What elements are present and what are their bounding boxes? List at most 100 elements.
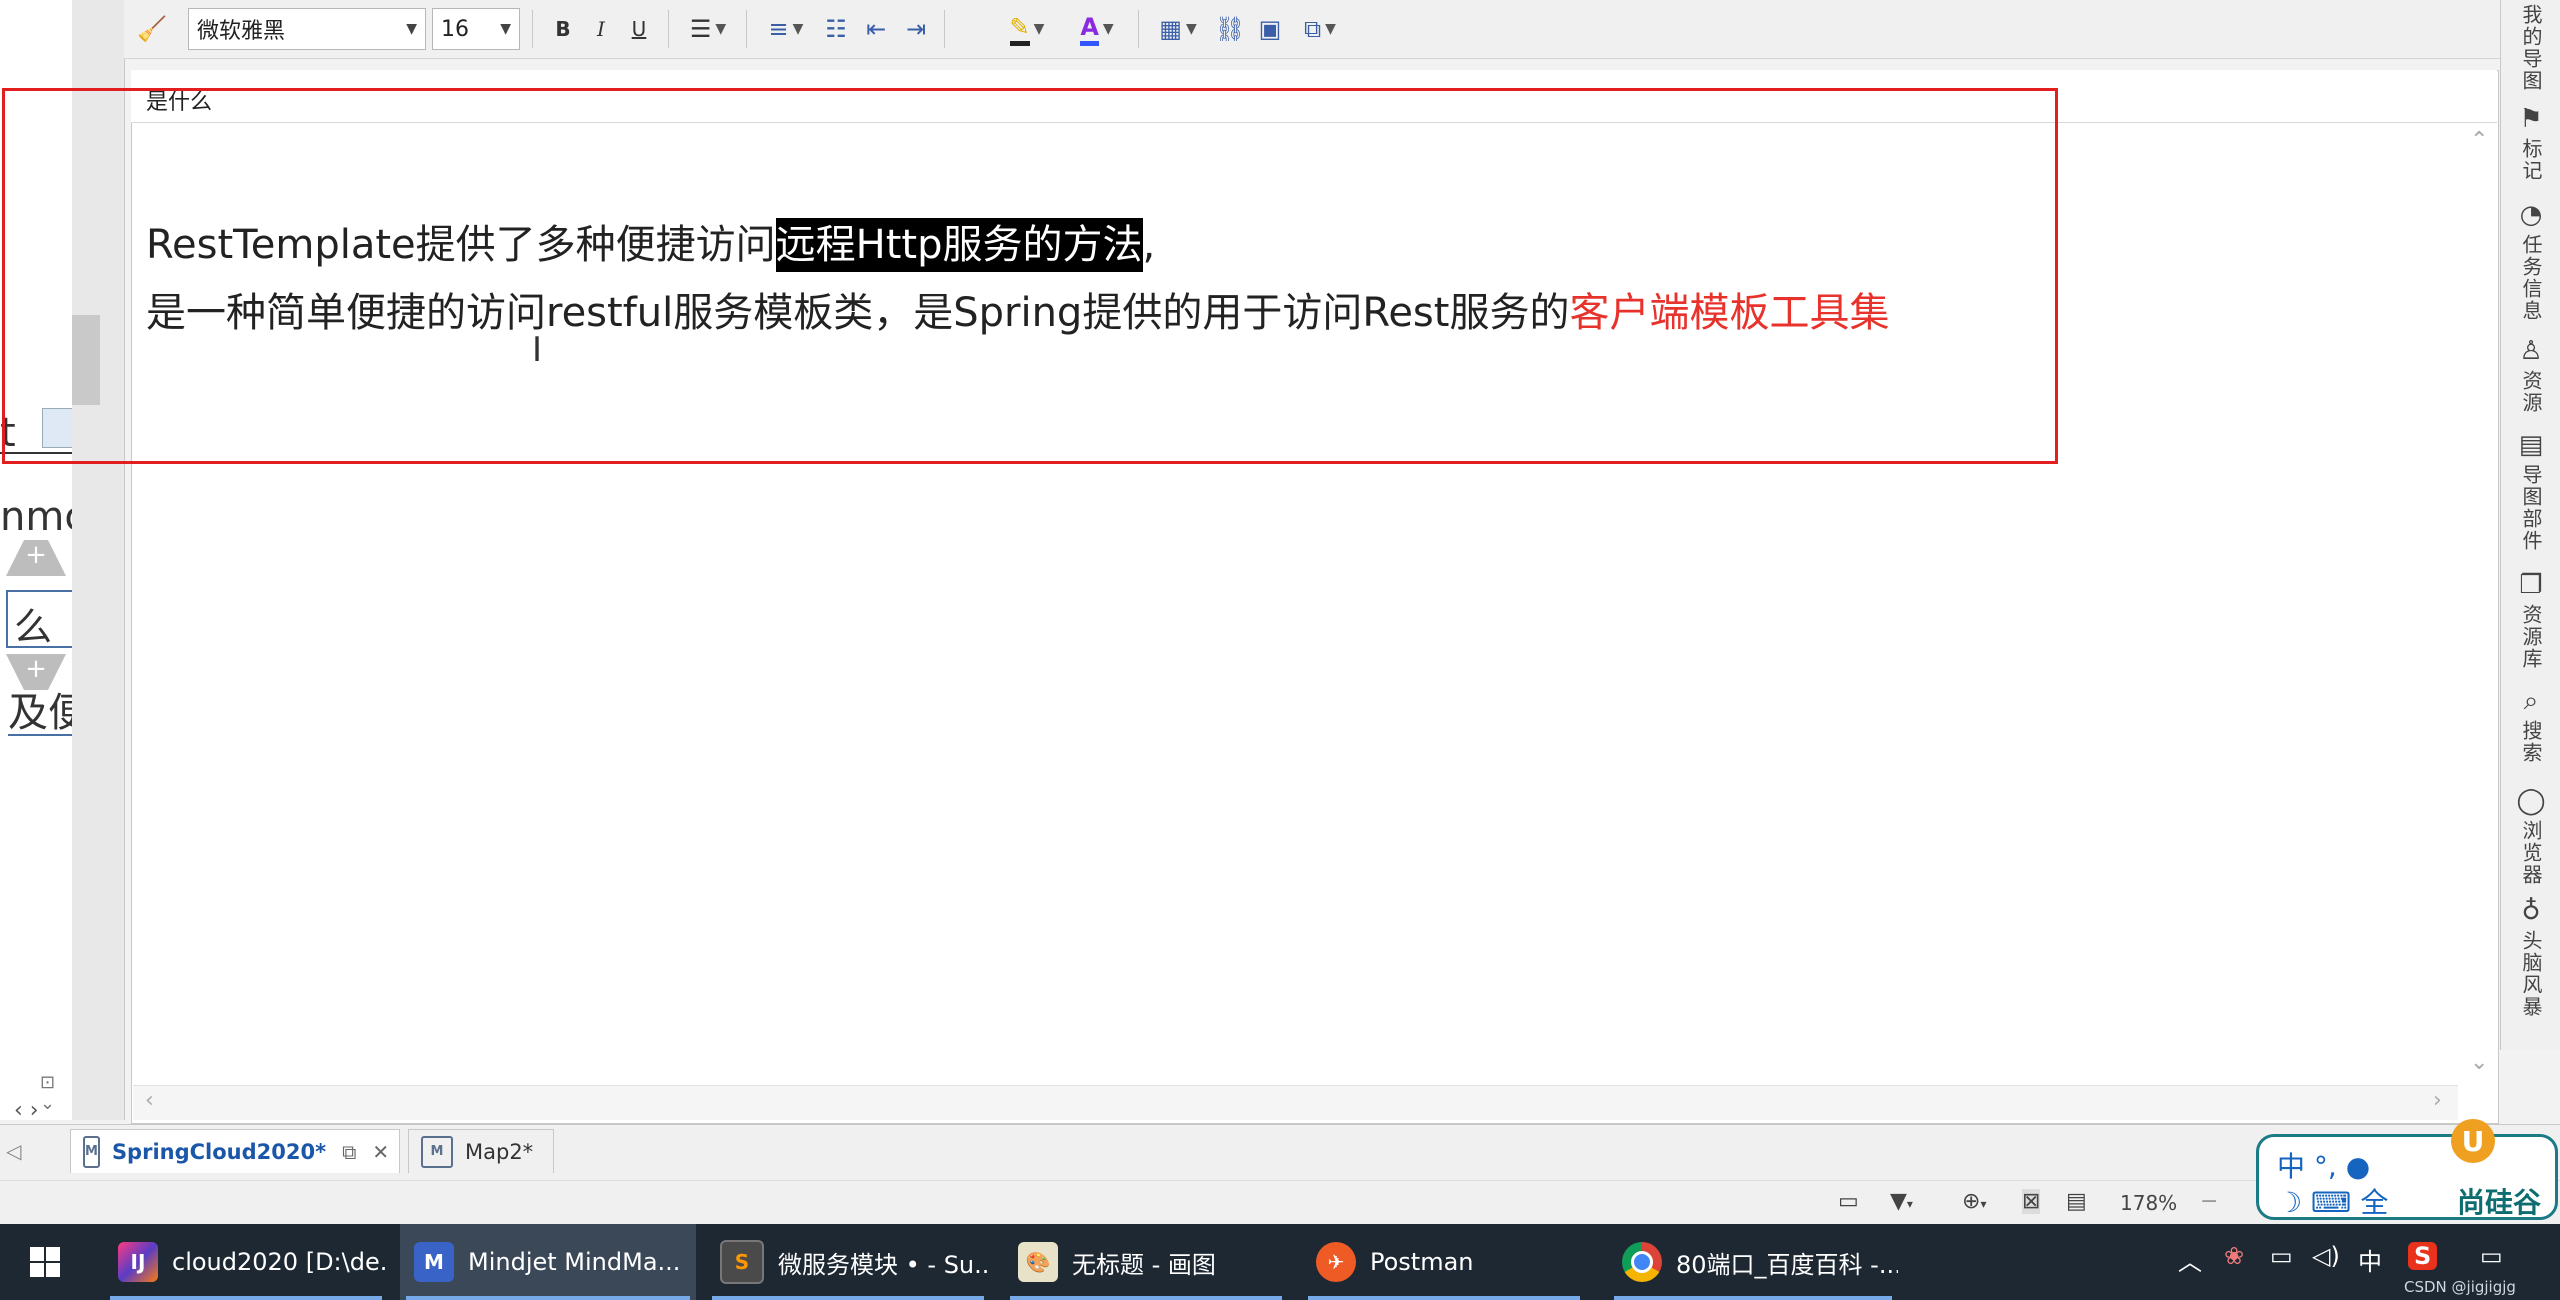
pane-label: 导图部件 [2519,464,2543,552]
map-canvas-fragment[interactable]: t nmc + 么 + 及便 ⊡ ⌄ ‹ › [0,0,73,1120]
zoom-out-icon[interactable]: − [2200,1189,2218,1214]
topic-title-bar [131,70,2497,123]
tab-springcloud2020[interactable]: M SpringCloud2020* ⧉ ✕ [70,1129,400,1173]
scroll-down-icon[interactable]: ⌄ [2470,1050,2488,1075]
bullet-list-button[interactable]: ☷ [818,12,854,46]
running-indicator [110,1296,382,1300]
document-tabs: ◁ M SpringCloud2020* ⧉ ✕ M Map2* [0,1124,2560,1181]
pane-label: 浏览器 [2519,820,2543,886]
align-button[interactable]: ☰ ▼ [680,12,736,46]
taskbar-chrome[interactable]: 80端口_百度百科 -... [1608,1224,1898,1300]
ime-options-row[interactable]: ☽ ⌨ 全 [2277,1181,2388,1221]
pane-markers[interactable]: ⚑ 标记 [2509,104,2553,182]
underline-button[interactable]: U [622,12,656,46]
start-button[interactable] [0,1224,90,1300]
taskbar-sublime[interactable]: S 微服务模块 • - Su... [706,1224,990,1300]
node-border [8,734,72,736]
pane-label: 资源库 [2519,604,2543,670]
topic-title: 是什么 [146,90,213,115]
float-tab-icon[interactable]: ⧉ [342,1140,356,1164]
notifications-icon[interactable]: ▭ [2480,1242,2503,1270]
pane-map-parts[interactable]: ▤ 导图部件 [2509,430,2553,552]
format-painter-icon[interactable]: 🧹 [132,12,172,46]
pane-label: 标记 [2519,138,2543,182]
taskbar-paint[interactable]: 🎨 无标题 - 画图 [1004,1224,1288,1300]
editor-horizontal-scrollbar[interactable]: ‹ › [133,1085,2458,1120]
ime-toolbar[interactable]: U 中 °, ● ☽ ⌨ 全 尚硅谷 [2256,1119,2558,1221]
taskbar-mindjet[interactable]: M Mindjet MindMa... [400,1224,696,1300]
page-icon[interactable]: ▭ [1838,1189,1859,1214]
text-cursor-icon: I [532,330,543,370]
volume-icon[interactable]: ◁) [2312,1242,2340,1270]
filter-icon[interactable]: ▼▾ [1890,1189,1913,1214]
outline-view-icon[interactable]: ▤ [2066,1189,2087,1214]
ime-mode-row[interactable]: 中 °, ● [2277,1145,2370,1185]
hyperlink-icon[interactable]: ⛓ [1212,12,1248,46]
note-line-1[interactable]: RestTemplate提供了多种便捷访问远程Http服务的方法, [146,212,1155,272]
task-label: 无标题 - 画图 [1072,1250,1216,1279]
taskbar-postman[interactable]: ✈ Postman [1302,1224,1586,1300]
scroll-right-icon[interactable]: › [2433,1088,2442,1113]
browser-icon: ◯ [2516,786,2546,816]
font-size-select[interactable]: 16 ▼ [432,8,520,50]
battery-icon[interactable]: ▭ [2270,1242,2293,1270]
scroll-left-icon[interactable]: ‹ [145,1088,154,1113]
pane-task-info[interactable]: ◔ 任务信息 [2509,200,2553,322]
insert-table-button[interactable]: ▦ ▼ [1150,12,1206,46]
taskbar-intellij[interactable]: IJ cloud2020 [D:\de... [104,1224,388,1300]
font-size-value: 16 [441,16,469,42]
increase-indent-button[interactable]: ⇥ [898,12,934,46]
chevron-down-icon: ▼ [406,21,417,37]
font-color-button[interactable]: A ▼ [1066,12,1128,46]
mindmap-file-icon: M [421,1135,453,1168]
expand-collapse-icon[interactable]: ⊕▾ [1962,1189,1986,1214]
pane-my-maps[interactable]: 我的导图 [2509,0,2553,92]
side-task-pane: 我的导图 ⚑ 标记 ◔ 任务信息 ♙ 资源 ▤ 导图部件 ❐ 资源库 ⌕ 搜索 … [2500,0,2560,1050]
zoom-level[interactable]: 178% [2120,1191,2177,1215]
toolbar-separator [746,10,747,48]
red-emphasis-text: 客户端模板工具集 [1569,290,1890,336]
left-scroll-thumb[interactable] [72,315,100,405]
insert-object-button[interactable]: ⧉ ▼ [1292,12,1348,46]
insert-image-icon[interactable]: ▣ [1252,12,1288,46]
expand-icon[interactable]: ⊡ ⌄ [40,1072,72,1114]
note-line-2[interactable]: 是一种简单便捷的访问restful服务模板类，是Spring提供的用于访问Res… [146,280,1889,338]
tab-map2[interactable]: M Map2* [408,1129,554,1173]
tabs-scroll-left-icon[interactable]: ◁ [6,1139,21,1163]
scroll-up-icon[interactable]: ⌃ [2470,128,2488,153]
node-border [0,452,72,454]
decrease-indent-button[interactable]: ⇤ [858,12,894,46]
resource-icon: ♙ [2519,336,2543,366]
marker-icon: ⚑ [2519,104,2543,134]
tray-app-icon[interactable]: ❀ [2224,1242,2244,1270]
close-icon[interactable]: ✕ [372,1140,389,1164]
pane-resources[interactable]: ♙ 资源 [2509,336,2553,414]
pane-browser[interactable]: ◯ 浏览器 [2509,786,2553,886]
pane-brainstorm[interactable]: ♁ 头脑风暴 [2509,896,2553,1018]
pane-label: 资源 [2519,370,2543,414]
pane-library[interactable]: ❐ 资源库 [2509,570,2553,670]
font-family-select[interactable]: 微软雅黑 ▼ [188,8,426,50]
task-label: Mindjet MindMa... [468,1248,681,1276]
postman-icon: ✈ [1316,1242,1356,1282]
task-label: 微服务模块 • - Su... [778,1250,990,1279]
sogou-ime-icon[interactable]: S [2408,1242,2438,1270]
selected-text[interactable]: 远程Http服务的方法 [775,218,1143,272]
pane-search[interactable]: ⌕ 搜索 [2509,686,2553,764]
bold-button[interactable]: B [546,12,580,46]
search-icon: ⌕ [2523,686,2539,716]
map-view-icon[interactable]: ⊠ [2022,1189,2041,1214]
note-icon[interactable] [42,408,72,448]
italic-button[interactable]: I [584,12,618,46]
editor-vertical-scrollbar[interactable]: ⌃ ⌄ [2460,124,2494,1084]
scroll-left-right-icon[interactable]: ‹ › [14,1098,39,1120]
tray-overflow-icon[interactable]: ︿ [2178,1242,2202,1277]
add-topic-up-icon[interactable]: + [6,540,66,576]
highlight-color-button[interactable]: ✎ ▼ [996,12,1058,46]
left-panel-scrollbar[interactable] [72,0,125,1120]
ime-indicator[interactable]: 中 [2358,1242,2382,1277]
selected-node[interactable]: 么 [6,590,72,649]
note-text: RestTemplate提供了多种便捷访问 [146,222,776,268]
font-family-value: 微软雅黑 [197,19,286,44]
numbered-list-button[interactable]: ≡ ▼ [758,12,814,46]
